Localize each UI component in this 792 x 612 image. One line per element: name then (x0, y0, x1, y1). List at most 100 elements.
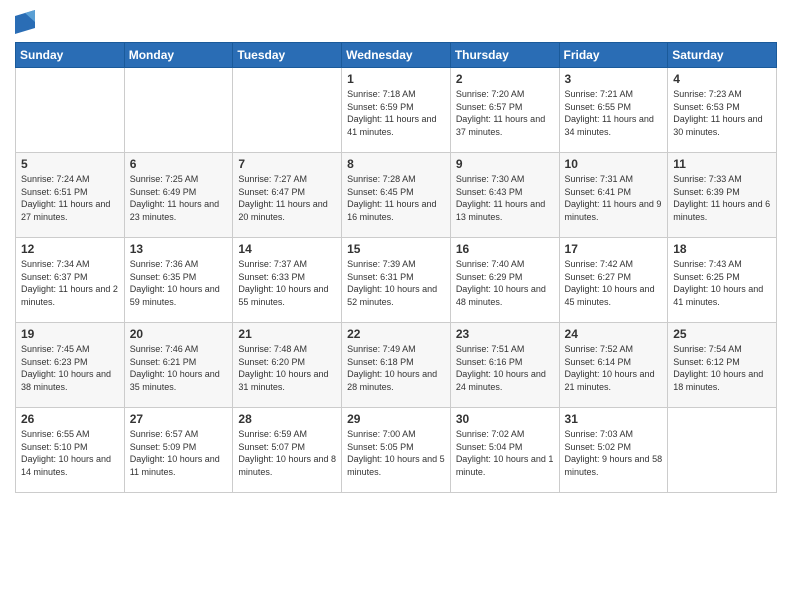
day-info: Sunrise: 7:43 AM Sunset: 6:25 PM Dayligh… (673, 258, 771, 308)
day-info: Sunrise: 7:48 AM Sunset: 6:20 PM Dayligh… (238, 343, 336, 393)
day-info: Sunrise: 7:39 AM Sunset: 6:31 PM Dayligh… (347, 258, 445, 308)
week-row-5: 26Sunrise: 6:55 AM Sunset: 5:10 PM Dayli… (16, 408, 777, 493)
day-info: Sunrise: 7:37 AM Sunset: 6:33 PM Dayligh… (238, 258, 336, 308)
day-info: Sunrise: 7:25 AM Sunset: 6:49 PM Dayligh… (130, 173, 228, 223)
day-info: Sunrise: 7:03 AM Sunset: 5:02 PM Dayligh… (565, 428, 663, 478)
day-info: Sunrise: 7:36 AM Sunset: 6:35 PM Dayligh… (130, 258, 228, 308)
calendar-cell: 20Sunrise: 7:46 AM Sunset: 6:21 PM Dayli… (124, 323, 233, 408)
calendar-cell: 31 Sunrise: 7:03 AM Sunset: 5:02 PM Dayli… (559, 408, 668, 493)
calendar-cell: 16 Sunrise: 7:40 AM Sunset: 6:29 PM Dayli… (450, 238, 559, 323)
calendar-cell: 3 Sunrise: 7:21 AM Sunset: 6:55 PM Daylig… (559, 68, 668, 153)
weekday-header-friday: Friday (559, 43, 668, 68)
day-number: 9 (456, 157, 554, 171)
weekday-header-monday: Monday (124, 43, 233, 68)
day-number: 2 (456, 72, 554, 86)
calendar-cell: 18 Sunrise: 7:43 AM Sunset: 6:25 PM Dayli… (668, 238, 777, 323)
day-number: 21 (238, 327, 336, 341)
calendar-cell: 24 Sunrise: 7:52 AM Sunset: 6:14 PM Dayli… (559, 323, 668, 408)
day-number: 16 (456, 242, 554, 256)
day-number: 11 (673, 157, 771, 171)
day-info: Sunrise: 7:30 AM Sunset: 6:43 PM Dayligh… (456, 173, 554, 223)
day-number: 6 (130, 157, 228, 171)
day-info: Sunrise: 6:59 AM Sunset: 5:07 PM Dayligh… (238, 428, 336, 478)
calendar: SundayMondayTuesdayWednesdayThursdayFrid… (15, 42, 777, 493)
day-info: Sunrise: 7:18 AM Sunset: 6:59 PM Dayligh… (347, 88, 445, 138)
calendar-cell: 8 Sunrise: 7:28 AM Sunset: 6:45 PM Daylig… (342, 153, 451, 238)
week-row-4: 19 Sunrise: 7:45 AM Sunset: 6:23 PM Dayli… (16, 323, 777, 408)
day-number: 13 (130, 242, 228, 256)
day-number: 3 (565, 72, 663, 86)
calendar-cell: 27 Sunrise: 6:57 AM Sunset: 5:09 PM Dayli… (124, 408, 233, 493)
weekday-header-tuesday: Tuesday (233, 43, 342, 68)
day-number: 22 (347, 327, 445, 341)
calendar-cell: 28 Sunrise: 6:59 AM Sunset: 5:07 PM Dayli… (233, 408, 342, 493)
logo (15, 10, 39, 34)
calendar-cell: 25 Sunrise: 7:54 AM Sunset: 6:12 PM Dayli… (668, 323, 777, 408)
day-info: Sunrise: 7:27 AM Sunset: 6:47 PM Dayligh… (238, 173, 336, 223)
day-number: 25 (673, 327, 771, 341)
day-number: 26 (21, 412, 119, 426)
calendar-cell: 17Sunrise: 7:42 AM Sunset: 6:27 PM Dayli… (559, 238, 668, 323)
day-number: 8 (347, 157, 445, 171)
week-row-2: 5 Sunrise: 7:24 AM Sunset: 6:51 PM Daylig… (16, 153, 777, 238)
calendar-cell (124, 68, 233, 153)
day-info: Sunrise: 7:23 AM Sunset: 6:53 PM Dayligh… (673, 88, 771, 138)
day-number: 4 (673, 72, 771, 86)
calendar-cell: 9 Sunrise: 7:30 AM Sunset: 6:43 PM Daylig… (450, 153, 559, 238)
day-number: 18 (673, 242, 771, 256)
weekday-header-saturday: Saturday (668, 43, 777, 68)
calendar-cell: 10Sunrise: 7:31 AM Sunset: 6:41 PM Dayli… (559, 153, 668, 238)
weekday-header-wednesday: Wednesday (342, 43, 451, 68)
week-row-1: 1 Sunrise: 7:18 AM Sunset: 6:59 PM Daylig… (16, 68, 777, 153)
day-number: 28 (238, 412, 336, 426)
calendar-cell: 30 Sunrise: 7:02 AM Sunset: 5:04 PM Dayli… (450, 408, 559, 493)
weekday-header-sunday: Sunday (16, 43, 125, 68)
day-info: Sunrise: 6:57 AM Sunset: 5:09 PM Dayligh… (130, 428, 228, 478)
day-info: Sunrise: 7:45 AM Sunset: 6:23 PM Dayligh… (21, 343, 119, 393)
calendar-cell (233, 68, 342, 153)
day-info: Sunrise: 7:00 AM Sunset: 5:05 PM Dayligh… (347, 428, 445, 478)
week-row-3: 12 Sunrise: 7:34 AM Sunset: 6:37 PM Dayli… (16, 238, 777, 323)
day-info: Sunrise: 7:40 AM Sunset: 6:29 PM Dayligh… (456, 258, 554, 308)
calendar-cell: 2 Sunrise: 7:20 AM Sunset: 6:57 PM Daylig… (450, 68, 559, 153)
day-info: Sunrise: 7:52 AM Sunset: 6:14 PM Dayligh… (565, 343, 663, 393)
day-number: 17 (565, 242, 663, 256)
day-info: Sunrise: 7:51 AM Sunset: 6:16 PM Dayligh… (456, 343, 554, 393)
day-info: Sunrise: 7:20 AM Sunset: 6:57 PM Dayligh… (456, 88, 554, 138)
day-info: Sunrise: 7:34 AM Sunset: 6:37 PM Dayligh… (21, 258, 119, 308)
calendar-cell: 19 Sunrise: 7:45 AM Sunset: 6:23 PM Dayli… (16, 323, 125, 408)
page: SundayMondayTuesdayWednesdayThursdayFrid… (0, 0, 792, 612)
calendar-cell: 4 Sunrise: 7:23 AM Sunset: 6:53 PM Daylig… (668, 68, 777, 153)
calendar-cell: 5 Sunrise: 7:24 AM Sunset: 6:51 PM Daylig… (16, 153, 125, 238)
day-info: Sunrise: 7:31 AM Sunset: 6:41 PM Dayligh… (565, 173, 663, 223)
day-number: 15 (347, 242, 445, 256)
calendar-cell: 13 Sunrise: 7:36 AM Sunset: 6:35 PM Dayli… (124, 238, 233, 323)
day-info: Sunrise: 7:28 AM Sunset: 6:45 PM Dayligh… (347, 173, 445, 223)
day-info: Sunrise: 7:33 AM Sunset: 6:39 PM Dayligh… (673, 173, 771, 223)
day-number: 30 (456, 412, 554, 426)
day-info: Sunrise: 7:54 AM Sunset: 6:12 PM Dayligh… (673, 343, 771, 393)
day-number: 31 (565, 412, 663, 426)
calendar-cell: 22Sunrise: 7:49 AM Sunset: 6:18 PM Dayli… (342, 323, 451, 408)
day-info: Sunrise: 7:24 AM Sunset: 6:51 PM Dayligh… (21, 173, 119, 223)
day-number: 14 (238, 242, 336, 256)
day-number: 1 (347, 72, 445, 86)
day-number: 19 (21, 327, 119, 341)
weekday-header-row: SundayMondayTuesdayWednesdayThursdayFrid… (16, 43, 777, 68)
calendar-cell (668, 408, 777, 493)
header (15, 10, 777, 34)
day-info: Sunrise: 7:21 AM Sunset: 6:55 PM Dayligh… (565, 88, 663, 138)
day-number: 29 (347, 412, 445, 426)
day-number: 12 (21, 242, 119, 256)
day-number: 23 (456, 327, 554, 341)
calendar-cell: 14 Sunrise: 7:37 AM Sunset: 6:33 PM Dayli… (233, 238, 342, 323)
calendar-cell: 15 Sunrise: 7:39 AM Sunset: 6:31 PM Dayli… (342, 238, 451, 323)
day-number: 5 (21, 157, 119, 171)
day-number: 27 (130, 412, 228, 426)
calendar-cell: 29 Sunrise: 7:00 AM Sunset: 5:05 PM Dayli… (342, 408, 451, 493)
calendar-cell: 12 Sunrise: 7:34 AM Sunset: 6:37 PM Dayli… (16, 238, 125, 323)
calendar-cell: 1 Sunrise: 7:18 AM Sunset: 6:59 PM Daylig… (342, 68, 451, 153)
calendar-cell: 23 Sunrise: 7:51 AM Sunset: 6:16 PM Dayli… (450, 323, 559, 408)
day-number: 24 (565, 327, 663, 341)
day-info: Sunrise: 7:02 AM Sunset: 5:04 PM Dayligh… (456, 428, 554, 478)
